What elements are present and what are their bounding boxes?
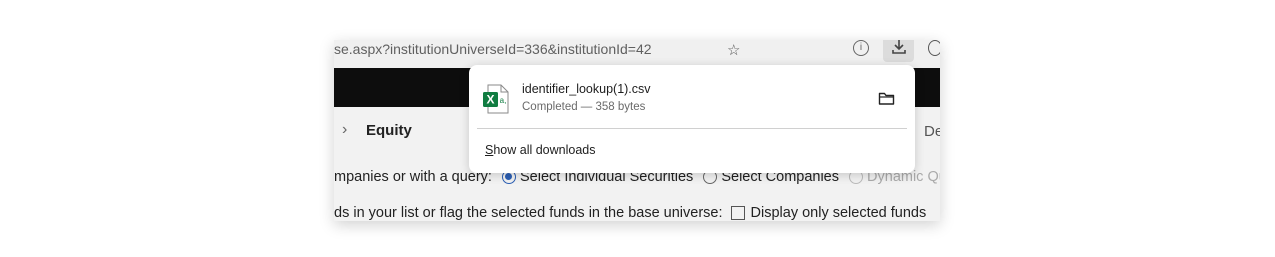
download-status: Completed — 358 bytes: [522, 101, 646, 113]
profile-icon[interactable]: [928, 40, 940, 56]
display-filter-row: ds in your list or flag the selected fun…: [334, 205, 926, 221]
address-bar[interactable]: se.aspx?institutionUniverseId=336&instit…: [334, 40, 940, 68]
excel-file-icon: X a,: [483, 84, 509, 114]
chevron-right-icon: ›: [342, 121, 348, 138]
show-all-label: how all downloads: [493, 143, 596, 157]
show-all-downloads-link[interactable]: Show all downloads: [485, 143, 596, 157]
downloads-panel: X a, identifier_lookup(1).csv Completed …: [469, 65, 915, 173]
svg-text:a,: a,: [500, 96, 507, 105]
svg-text:X: X: [486, 93, 494, 107]
download-button[interactable]: [883, 40, 914, 62]
info-icon[interactable]: i: [853, 40, 869, 56]
right-label: De: [924, 123, 940, 140]
folder-icon[interactable]: [878, 91, 895, 106]
url-text[interactable]: se.aspx?institutionUniverseId=336&instit…: [334, 41, 652, 57]
download-file-name[interactable]: identifier_lookup(1).csv: [522, 82, 651, 96]
selection-mode-label: mpanies or with a query:: [334, 169, 492, 185]
breadcrumb[interactable]: Equity: [366, 122, 412, 139]
divider: [477, 128, 907, 129]
display-selected-checkbox[interactable]: [730, 206, 745, 220]
star-icon[interactable]: ☆: [727, 41, 740, 59]
download-icon: [892, 40, 906, 54]
display-filter-label: ds in your list or flag the selected fun…: [334, 205, 723, 221]
display-selected-label[interactable]: Display only selected funds: [751, 205, 927, 221]
